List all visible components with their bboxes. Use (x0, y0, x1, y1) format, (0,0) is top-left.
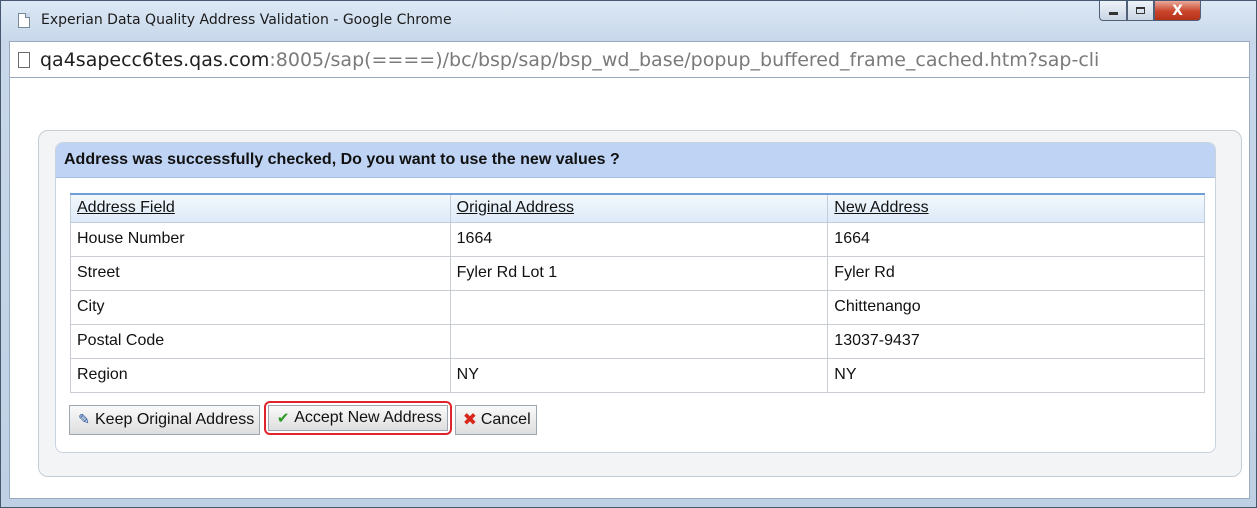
maximize-icon (1136, 7, 1145, 14)
maximize-button[interactable] (1127, 1, 1154, 21)
edit-arrow-icon: ✎ (78, 412, 90, 428)
column-header-new-address[interactable]: New Address (827, 193, 1205, 223)
window-title: Experian Data Quality Address Validation… (41, 12, 452, 28)
table-row: City Chittenango (70, 289, 1205, 325)
minimize-icon (1108, 12, 1118, 15)
column-header-original-address[interactable]: Original Address (449, 193, 829, 223)
field-cell: Postal Code (70, 323, 451, 359)
table-row: Street Fyler Rd Lot 1 Fyler Rd (70, 255, 1205, 291)
page-icon (18, 52, 30, 68)
address-bar[interactable]: qa4sapecc6tes.qas.com:8005/sap(====)/bc/… (9, 41, 1250, 78)
checkmark-icon: ✔ (276, 409, 290, 427)
column-header-address-field[interactable]: Address Field (70, 193, 451, 223)
field-cell: Region (70, 357, 451, 393)
accept-button-label: Accept New Address (294, 409, 442, 426)
field-cell: Street (70, 255, 451, 291)
cancel-button[interactable]: ✖ Cancel (454, 405, 537, 435)
original-cell: 1664 (449, 221, 829, 257)
original-cell (449, 289, 829, 325)
original-cell: NY (449, 357, 829, 393)
page-viewport: Address was successfully checked, Do you… (9, 78, 1250, 499)
button-row: ✎ Keep Original Address ✔ Accept New Add… (69, 401, 539, 435)
page-icon (18, 13, 30, 28)
field-cell: House Number (70, 221, 451, 257)
red-x-icon: ✖ (462, 410, 477, 430)
field-cell: City (70, 289, 451, 325)
close-button[interactable]: X (1154, 1, 1201, 21)
cancel-button-label: Cancel (480, 411, 531, 428)
keep-original-address-button[interactable]: ✎ Keep Original Address (69, 405, 261, 435)
table-row: Postal Code 13037-9437 (70, 323, 1205, 359)
browser-window: Experian Data Quality Address Validation… (0, 0, 1257, 508)
url-host: qa4sapecc6tes.qas.com (40, 49, 270, 71)
new-cell: Fyler Rd (827, 255, 1205, 291)
url-path: :8005/sap(====)/bc/bsp/sap/bsp_wd_base/p… (269, 49, 1100, 71)
original-cell: Fyler Rd Lot 1 (449, 255, 829, 291)
title-bar[interactable]: Experian Data Quality Address Validation… (1, 1, 1256, 41)
accept-new-address-button[interactable]: ✔ Accept New Address (268, 405, 448, 431)
address-comparison-table: Address Field Original Address New Addre… (70, 193, 1205, 393)
panel-header: Address was successfully checked, Do you… (56, 143, 1215, 178)
new-cell: 1664 (827, 221, 1205, 257)
popup-frame: Address was successfully checked, Do you… (38, 130, 1242, 477)
table-row: House Number 1664 1664 (70, 221, 1205, 257)
highlight-outline: ✔ Accept New Address (264, 401, 452, 435)
table-header-row: Address Field Original Address New Addre… (70, 193, 1205, 223)
minimize-button[interactable] (1099, 1, 1127, 21)
close-icon: X (1172, 2, 1183, 19)
url-text[interactable]: qa4sapecc6tes.qas.com:8005/sap(====)/bc/… (40, 49, 1245, 71)
keep-button-label: Keep Original Address (95, 411, 255, 428)
table-row: Region NY NY (70, 357, 1205, 393)
new-cell: NY (827, 357, 1205, 393)
address-check-panel: Address was successfully checked, Do you… (55, 142, 1216, 453)
new-cell: Chittenango (827, 289, 1205, 325)
new-cell: 13037-9437 (827, 323, 1205, 359)
original-cell (449, 323, 829, 359)
